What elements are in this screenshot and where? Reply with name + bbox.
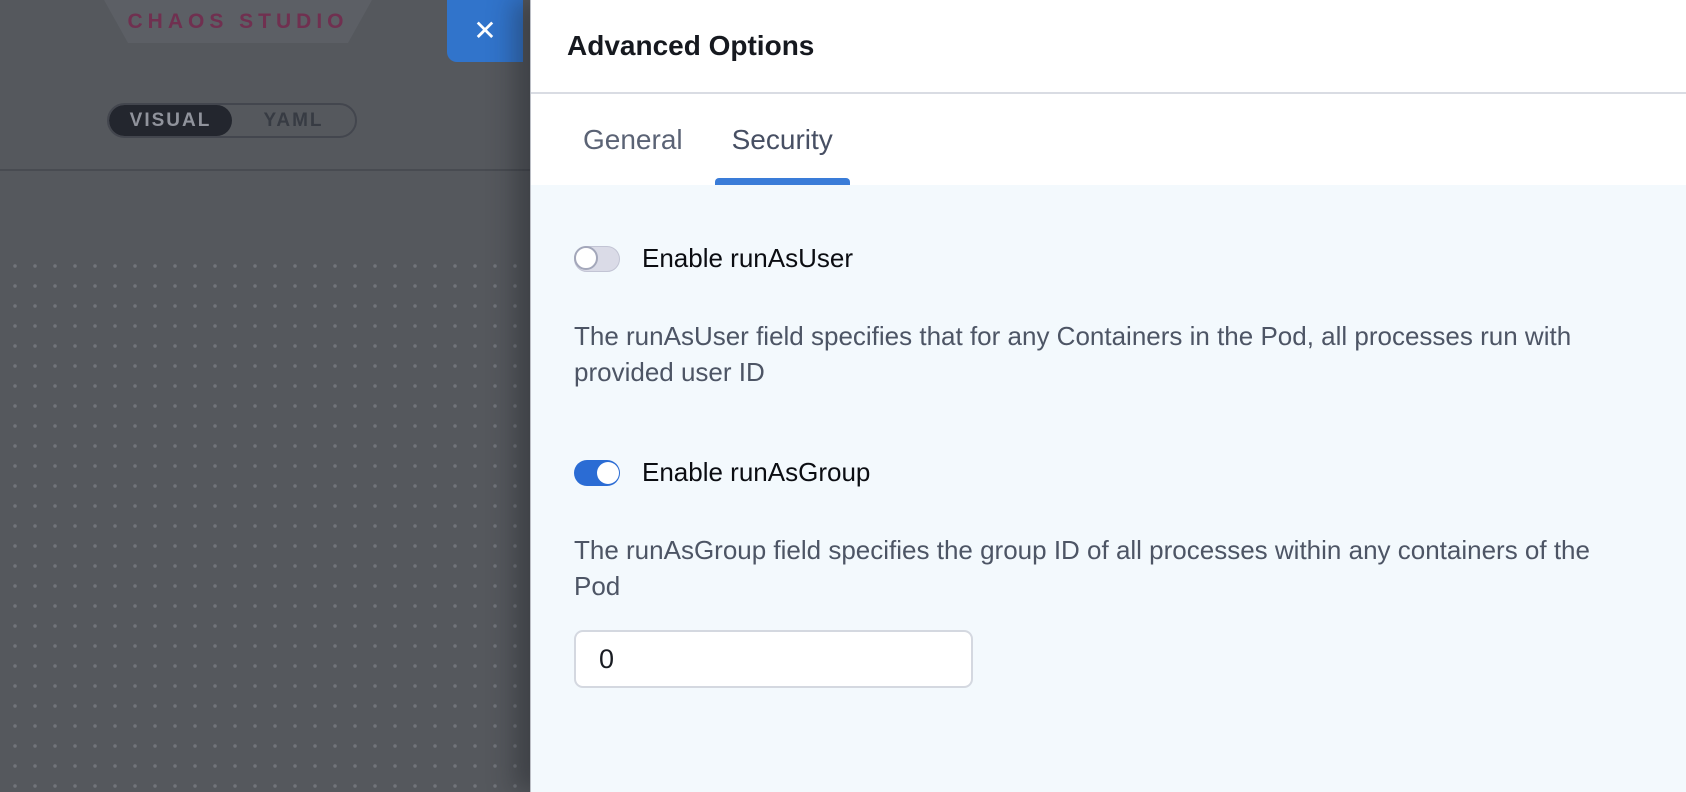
yaml-mode-button[interactable]: YAML: [232, 105, 355, 136]
visual-mode-label: VISUAL: [130, 110, 212, 132]
chaos-studio-title: CHAOS STUDIO: [127, 10, 348, 34]
toggle-knob: [597, 462, 619, 484]
toggle-knob: [574, 246, 598, 270]
tab-general[interactable]: General: [566, 94, 700, 185]
close-icon: ✕: [473, 14, 496, 47]
run-as-user-description: The runAsUser field specifies that for a…: [574, 318, 1624, 390]
run-as-group-id-input[interactable]: [574, 630, 973, 688]
visual-mode-button[interactable]: VISUAL: [109, 105, 232, 136]
canvas-dot-grid: [0, 250, 530, 792]
panel-title: Advanced Options: [567, 30, 814, 62]
visual-yaml-toggle[interactable]: VISUAL YAML: [107, 103, 357, 138]
run-as-user-label: Enable runAsUser: [642, 243, 853, 274]
run-as-group-row: Enable runAsGroup: [574, 457, 1646, 488]
advanced-options-panel: Advanced Options General Security Enable…: [530, 0, 1686, 792]
run-as-group-label: Enable runAsGroup: [642, 457, 870, 488]
chaos-studio-canvas: CHAOS STUDIO VISUAL YAML: [0, 0, 530, 792]
run-as-group-toggle[interactable]: [574, 460, 620, 486]
panel-header: Advanced Options: [531, 0, 1686, 94]
close-button[interactable]: ✕: [447, 0, 523, 62]
run-as-user-row: Enable runAsUser: [574, 243, 1646, 274]
panel-tabs: General Security: [531, 94, 1686, 185]
yaml-mode-label: YAML: [263, 110, 323, 132]
chaos-studio-banner: CHAOS STUDIO: [104, 0, 372, 43]
security-tab-content: Enable runAsUser The runAsUser field spe…: [531, 185, 1686, 792]
canvas-divider: [0, 169, 530, 171]
run-as-user-toggle[interactable]: [574, 246, 620, 272]
tab-security[interactable]: Security: [715, 94, 850, 185]
run-as-group-description: The runAsGroup field specifies the group…: [574, 532, 1624, 604]
